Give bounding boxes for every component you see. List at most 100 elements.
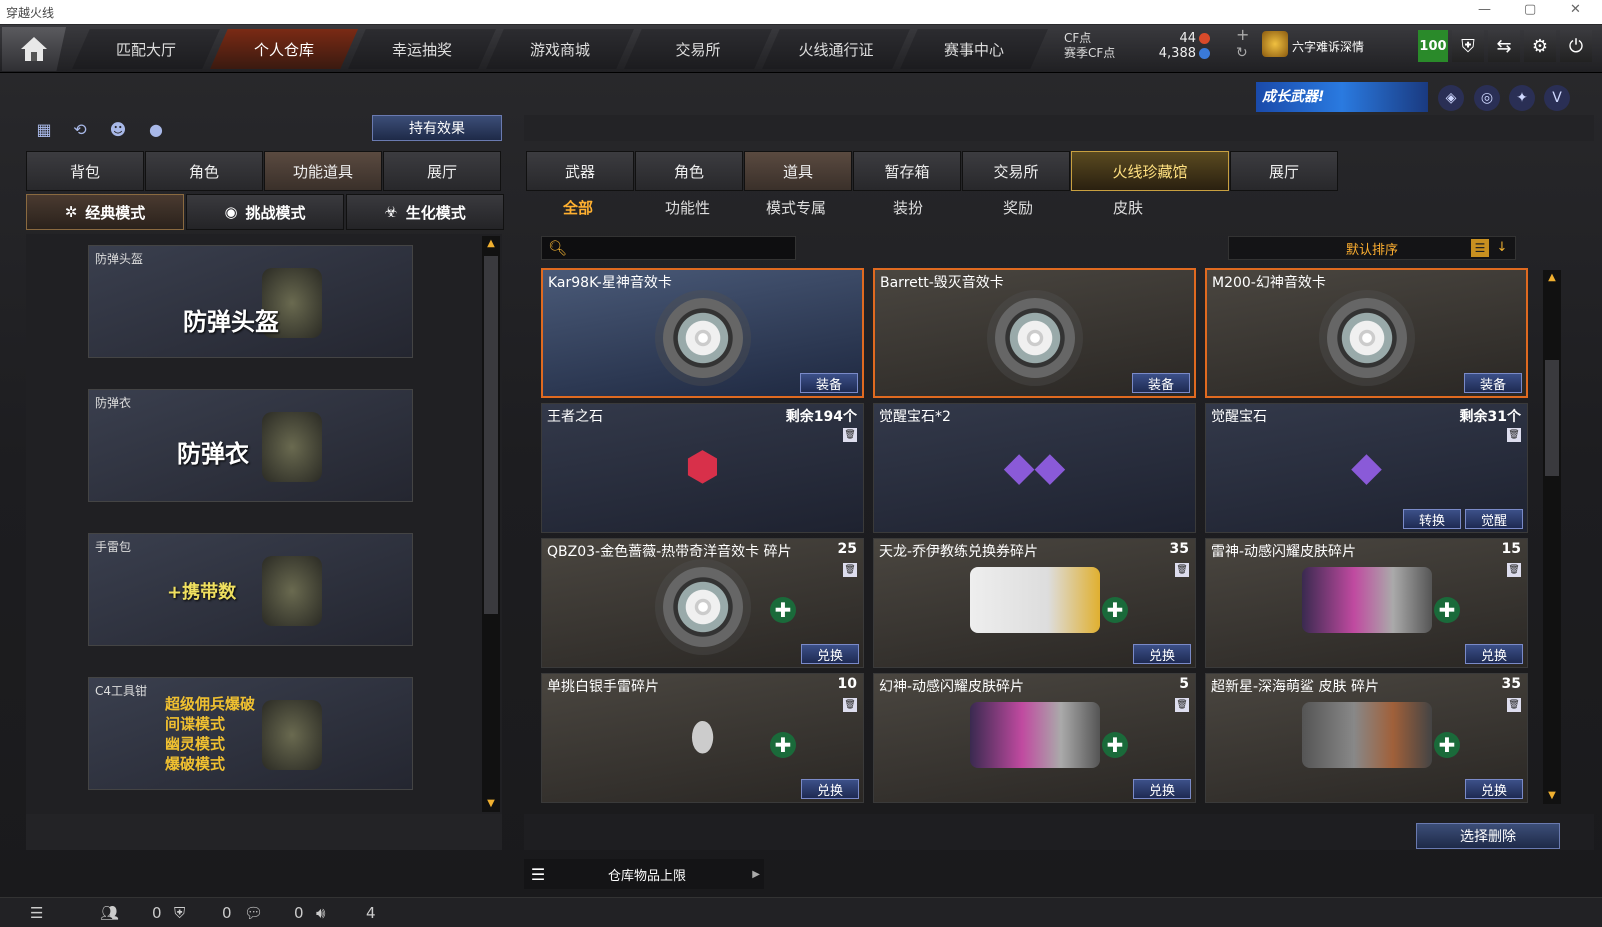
player-name[interactable]: 六字难诉深情: [1292, 38, 1364, 55]
convert-button[interactable]: 转换: [1403, 509, 1461, 529]
scroll-up-icon[interactable]: ▲: [1543, 270, 1561, 286]
item-card-vest[interactable]: 防弹衣 防弹衣: [88, 389, 413, 502]
trash-icon[interactable]: 🗑︎: [1507, 563, 1521, 577]
item-card-helmet[interactable]: 防弹头盔 防弹头盔: [88, 245, 413, 358]
add-cf-icon[interactable]: +: [1236, 27, 1249, 43]
item-card-tianlong-voucher[interactable]: 天龙-乔伊教练兑换券碎片 35 🗑︎ ✚ 兑换: [873, 538, 1196, 668]
subtab-reward[interactable]: 奖励: [1003, 197, 1033, 218]
character-icon[interactable]: ☻: [106, 117, 130, 141]
nav-tab-events[interactable]: 赛事中心: [900, 29, 1048, 69]
item-card-huanshen-skin[interactable]: 幻神-动感闪耀皮肤碎片 5 🗑︎ ✚ 兑换: [873, 673, 1196, 803]
hold-effect-button[interactable]: 持有效果: [372, 115, 502, 141]
search-input[interactable]: [573, 240, 784, 256]
scroll-up-icon[interactable]: ▲: [482, 236, 500, 252]
chat-bubble-icon[interactable]: 💬︎: [244, 904, 263, 922]
star-badge-icon[interactable]: ✦: [1509, 85, 1535, 111]
trash-icon[interactable]: 🗑︎: [1175, 563, 1189, 577]
sort-direction-icon[interactable]: ↓: [1493, 239, 1511, 257]
trash-icon[interactable]: 🗑︎: [1175, 698, 1189, 712]
item-card-kar98k[interactable]: Kar98K-星神音效卡 装备: [541, 268, 864, 398]
power-icon[interactable]: ⏻: [1560, 30, 1592, 62]
tab-weapons[interactable]: 武器: [526, 151, 634, 191]
tab-character[interactable]: 角色: [145, 151, 263, 191]
subtab-dress[interactable]: 装扮: [893, 197, 923, 218]
awaken-button[interactable]: 觉醒: [1465, 509, 1523, 529]
trash-icon[interactable]: 🗑︎: [843, 563, 857, 577]
redeem-button[interactable]: 兑换: [801, 644, 859, 664]
tab-props[interactable]: 道具: [744, 151, 852, 191]
equip-button[interactable]: 装备: [1132, 373, 1190, 393]
trash-icon[interactable]: 🗑︎: [843, 698, 857, 712]
capacity-bar[interactable]: ☰ 仓库物品上限 ▶: [524, 859, 764, 889]
item-card-awaken-gem-2[interactable]: 觉醒宝石*2 ◆◆: [873, 403, 1196, 533]
stats-icon[interactable]: ▦: [32, 117, 56, 141]
tab-hall[interactable]: 展厅: [1230, 151, 1338, 191]
redeem-button[interactable]: 兑换: [1465, 644, 1523, 664]
redeem-button[interactable]: 兑换: [1465, 779, 1523, 799]
clan-shield-icon[interactable]: ⛨: [174, 904, 185, 922]
tab-collection[interactable]: 火线珍藏馆: [1071, 151, 1229, 191]
item-card-grenade-fragment[interactable]: 单挑白银手雷碎片 10 🗑︎ ⬮ ✚ 兑换: [541, 673, 864, 803]
history-icon[interactable]: ⟲: [68, 117, 92, 141]
item-card-qbz03-fragment[interactable]: QBZ03-金色蔷薇-热带奇洋音效卡 碎片 25 🗑︎ ✚ 兑换: [541, 538, 864, 668]
growth-weapon-banner[interactable]: 成长武器!: [1256, 82, 1428, 112]
gear-icon[interactable]: ⚙: [1524, 30, 1556, 62]
scroll-down-icon[interactable]: ▼: [482, 796, 500, 812]
item-card-awaken-gem[interactable]: 觉醒宝石 剩余31个 🗑︎ ◆ 转换 觉醒: [1205, 403, 1528, 533]
scroll-down-icon[interactable]: ▼: [1543, 788, 1561, 804]
nav-tab-exchange[interactable]: 交易所: [624, 29, 772, 69]
tab-temp-box[interactable]: 暂存箱: [853, 151, 961, 191]
v-badge-icon[interactable]: V: [1544, 85, 1570, 111]
equip-button[interactable]: 装备: [800, 373, 858, 393]
list-icon[interactable]: ☰: [1471, 239, 1489, 257]
friends-icon[interactable]: 👥︎: [100, 904, 119, 922]
redeem-button[interactable]: 兑换: [1133, 779, 1191, 799]
mode-challenge[interactable]: ◉ 挑战模式: [186, 194, 344, 230]
nav-tab-game-shop[interactable]: 游戏商城: [486, 29, 634, 69]
item-card-barrett[interactable]: Barrett-毁灭音效卡 装备: [873, 268, 1196, 398]
item-card-m200[interactable]: M200-幻神音效卡 装备: [1205, 268, 1528, 398]
home-button[interactable]: [2, 27, 66, 71]
nav-tab-lucky-draw[interactable]: 幸运抽奖: [348, 29, 496, 69]
search-box[interactable]: 🔍︎: [541, 236, 796, 260]
trash-icon[interactable]: 🗑︎: [1507, 428, 1521, 442]
nav-tab-match-hall[interactable]: 匹配大厅: [72, 29, 220, 69]
trash-icon[interactable]: 🗑︎: [843, 428, 857, 442]
minimize-button[interactable]: —: [1478, 2, 1491, 17]
left-scrollbar[interactable]: ▲ ▼: [482, 236, 500, 812]
expand-arrow-icon[interactable]: ▶: [752, 869, 760, 880]
item-card-leishen-skin[interactable]: 雷神-动感闪耀皮肤碎片 15 🗑︎ ✚ 兑换: [1205, 538, 1528, 668]
subtab-mode-exclusive[interactable]: 模式专属: [766, 197, 826, 218]
switch-icon[interactable]: ⇆: [1488, 30, 1520, 62]
trash-icon[interactable]: 🗑︎: [1507, 698, 1521, 712]
shield-icon[interactable]: ⛨: [1452, 30, 1484, 62]
maximize-button[interactable]: ▢: [1524, 2, 1536, 17]
item-grid-scroll-thumb[interactable]: [1545, 360, 1559, 476]
nav-tab-personal-warehouse[interactable]: 个人仓库: [210, 29, 358, 69]
emblem-icon[interactable]: ◈: [1438, 85, 1464, 111]
tab-function-items[interactable]: 功能道具: [264, 151, 382, 191]
globe-icon[interactable]: ◎: [1474, 85, 1500, 111]
refresh-icon[interactable]: ↻: [1236, 45, 1248, 61]
mode-classic[interactable]: ✲ 经典模式: [26, 194, 184, 230]
nav-tab-battle-pass[interactable]: 火线通行证: [762, 29, 910, 69]
subtab-functional[interactable]: 功能性: [665, 197, 710, 218]
redeem-button[interactable]: 兑换: [1133, 644, 1191, 664]
equip-button[interactable]: 装备: [1464, 373, 1522, 393]
close-button[interactable]: ✕: [1570, 2, 1581, 17]
tab-trade[interactable]: 交易所: [962, 151, 1070, 191]
mode-biochem[interactable]: ☣ 生化模式: [346, 194, 504, 230]
item-grid-scrollbar[interactable]: ▲ ▼: [1543, 270, 1561, 804]
tab-backpack[interactable]: 背包: [26, 151, 144, 191]
redeem-button[interactable]: 兑换: [801, 779, 859, 799]
item-card-grenade-pack[interactable]: 手雷包 +携带数: [88, 533, 413, 646]
left-scroll-thumb[interactable]: [484, 256, 498, 614]
grenade-icon[interactable]: ●: [144, 117, 168, 141]
menu-list-icon[interactable]: ☰: [30, 904, 43, 922]
sort-dropdown[interactable]: 默认排序 ☰ ↓: [1228, 236, 1516, 260]
item-card-supernova-skin[interactable]: 超新星-深海萌鲨 皮肤 碎片 35 🗑︎ ✚ 兑换: [1205, 673, 1528, 803]
subtab-skin[interactable]: 皮肤: [1113, 197, 1143, 218]
item-card-c4-tool[interactable]: C4工具钳 超级佣兵爆破 间谍模式 幽灵模式 爆破模式: [88, 677, 413, 790]
tab-role[interactable]: 角色: [635, 151, 743, 191]
tab-showroom[interactable]: 展厅: [383, 151, 501, 191]
